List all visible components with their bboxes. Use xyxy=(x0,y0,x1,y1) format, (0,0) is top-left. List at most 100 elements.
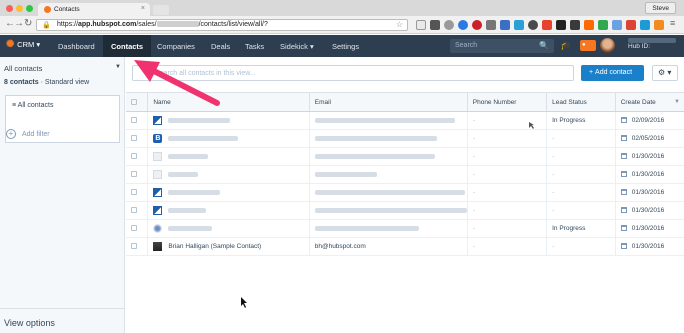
nav-contacts[interactable]: Contacts xyxy=(103,35,152,57)
profile-button[interactable]: Steve xyxy=(645,2,676,14)
nav-settings[interactable]: Settings xyxy=(332,35,359,57)
extension-icon-10[interactable] xyxy=(542,20,552,30)
chrome-menu-icon[interactable]: ≡ xyxy=(670,18,675,28)
tab-close-icon[interactable]: × xyxy=(141,5,145,12)
nav-dashboard[interactable]: Dashboard xyxy=(58,35,95,57)
contact-name[interactable]: Brian Halligan (Sample Contact) xyxy=(168,243,261,250)
column-header-name[interactable]: Name xyxy=(147,92,310,112)
company-logo-icon xyxy=(153,206,163,215)
new-tab-button[interactable] xyxy=(153,5,169,15)
nav-sidekick[interactable]: Sidekick ▾ xyxy=(280,35,314,57)
calendar-icon xyxy=(620,243,627,250)
view-options-link[interactable]: View options xyxy=(4,318,55,328)
extension-icon-1[interactable] xyxy=(416,20,426,30)
row-checkbox[interactable] xyxy=(126,111,148,130)
cell-lead-status: - xyxy=(546,129,616,148)
company-logo-icon xyxy=(153,170,163,179)
zoom-window-icon[interactable] xyxy=(26,5,33,12)
global-search-input[interactable]: Search 🔍 xyxy=(450,39,554,53)
table-row[interactable]: - In Progress 02/09/2016 xyxy=(126,111,684,130)
views-sidebar: All contacts ▼ 8 contacts · Standard vie… xyxy=(0,57,125,333)
extension-icon-9[interactable] xyxy=(528,20,538,30)
view-selector[interactable]: All contacts xyxy=(4,64,42,73)
extension-icon-6[interactable] xyxy=(486,20,496,30)
add-contact-button[interactable]: + Add contact xyxy=(581,65,644,81)
extension-icon-8[interactable] xyxy=(514,20,524,30)
redacted-name xyxy=(168,136,239,141)
create-date-value: 01/30/2016 xyxy=(631,171,665,178)
sort-desc-icon[interactable]: ▼ xyxy=(674,99,680,105)
notifications-icon[interactable]: ● xyxy=(580,40,596,51)
close-window-icon[interactable] xyxy=(6,5,13,12)
avatar[interactable] xyxy=(600,38,615,53)
table-settings-button[interactable]: ⚙ ▾ xyxy=(652,65,678,81)
add-filter-button[interactable]: + Add filter xyxy=(6,129,50,139)
extension-icon-4[interactable] xyxy=(458,20,468,30)
phone-value: - xyxy=(472,243,475,250)
row-checkbox[interactable] xyxy=(126,147,148,166)
extension-icon-11[interactable] xyxy=(556,20,566,30)
view-search-input[interactable]: Search all contacts in this view... xyxy=(132,65,574,81)
forward-arrow-icon[interactable]: → xyxy=(14,18,24,29)
column-header-email[interactable]: Email xyxy=(308,92,468,112)
row-checkbox[interactable] xyxy=(126,201,148,220)
cell-lead-status: In Progress xyxy=(546,219,616,238)
row-checkbox[interactable] xyxy=(126,165,148,184)
browser-toolbar: ← → ↻ 🔒 https://app.hubspot.com/sales//c… xyxy=(0,16,684,34)
redacted-email xyxy=(314,189,465,195)
redacted-name xyxy=(168,154,209,159)
pinterest-icon[interactable] xyxy=(472,20,482,30)
cell-phone: - xyxy=(466,111,547,130)
table-row[interactable]: - In Progress 01/30/2016 xyxy=(126,219,684,238)
extension-icon-2[interactable] xyxy=(430,20,440,30)
phone-value: - xyxy=(472,171,475,178)
redacted-name xyxy=(168,172,199,177)
table-row[interactable]: B - - 02/05/2016 xyxy=(126,129,684,148)
academy-icon[interactable]: 🎓 xyxy=(560,40,571,51)
filter-group-label: All contacts xyxy=(17,102,54,109)
chevron-down-icon[interactable]: ▼ xyxy=(115,64,121,70)
url-bar[interactable]: 🔒 https://app.hubspot.com/sales/ /contact… xyxy=(36,19,408,31)
create-date-value: 01/30/2016 xyxy=(631,243,665,250)
reload-icon[interactable]: ↻ xyxy=(24,18,32,29)
extension-icon-13[interactable] xyxy=(584,20,594,30)
checkbox-icon xyxy=(131,153,137,160)
extension-icon-17[interactable] xyxy=(640,20,650,30)
cell-lead-status: In Progress xyxy=(546,111,616,130)
cell-email xyxy=(308,147,468,166)
table-row[interactable]: Brian Halligan (Sample Contact) bh@hubspo… xyxy=(126,237,684,256)
row-checkbox[interactable] xyxy=(126,237,148,256)
table-row[interactable]: - - 01/30/2016 xyxy=(126,183,684,202)
extension-icon-3[interactable] xyxy=(444,20,454,30)
checkbox-icon xyxy=(131,117,137,124)
extension-icon-18[interactable] xyxy=(654,20,664,30)
contacts-main: Search all contacts in this view... + Ad… xyxy=(126,57,684,333)
table-row[interactable]: - - 01/30/2016 xyxy=(126,147,684,166)
extension-icon-15[interactable] xyxy=(612,20,622,30)
global-search-placeholder: Search xyxy=(455,42,478,49)
extension-icon-16[interactable] xyxy=(626,20,636,30)
minimize-window-icon[interactable] xyxy=(16,5,23,12)
table-row[interactable]: - - 01/30/2016 xyxy=(126,201,684,220)
column-header-create-date[interactable]: Create Date ▼ xyxy=(614,92,684,112)
bookmark-star-icon[interactable]: ☆ xyxy=(396,20,403,29)
extension-icon-12[interactable] xyxy=(570,20,580,30)
add-contact-label: Add contact xyxy=(595,69,633,76)
contacts-table: Name Email Phone Number Lead Status Crea… xyxy=(126,92,684,256)
nav-tasks[interactable]: Tasks xyxy=(245,35,264,57)
extension-icon-7[interactable] xyxy=(500,20,510,30)
nav-companies[interactable]: Companies xyxy=(157,35,195,57)
browser-tab-contacts[interactable]: Contacts × xyxy=(38,3,150,16)
crm-menu[interactable]: ✺ CRM ▾ xyxy=(6,39,40,50)
add-filter-label: Add filter xyxy=(22,130,50,138)
select-all-checkbox[interactable] xyxy=(126,92,148,112)
cell-lead-status: - xyxy=(546,237,616,256)
row-checkbox[interactable] xyxy=(126,219,148,238)
nav-deals[interactable]: Deals xyxy=(211,35,230,57)
row-checkbox[interactable] xyxy=(126,129,148,148)
column-header-lead-status[interactable]: Lead Status xyxy=(546,92,616,112)
column-header-phone[interactable]: Phone Number xyxy=(466,92,547,112)
table-row[interactable]: - - 01/30/2016 xyxy=(126,165,684,184)
row-checkbox[interactable] xyxy=(126,183,148,202)
extension-icon-14[interactable] xyxy=(598,20,608,30)
